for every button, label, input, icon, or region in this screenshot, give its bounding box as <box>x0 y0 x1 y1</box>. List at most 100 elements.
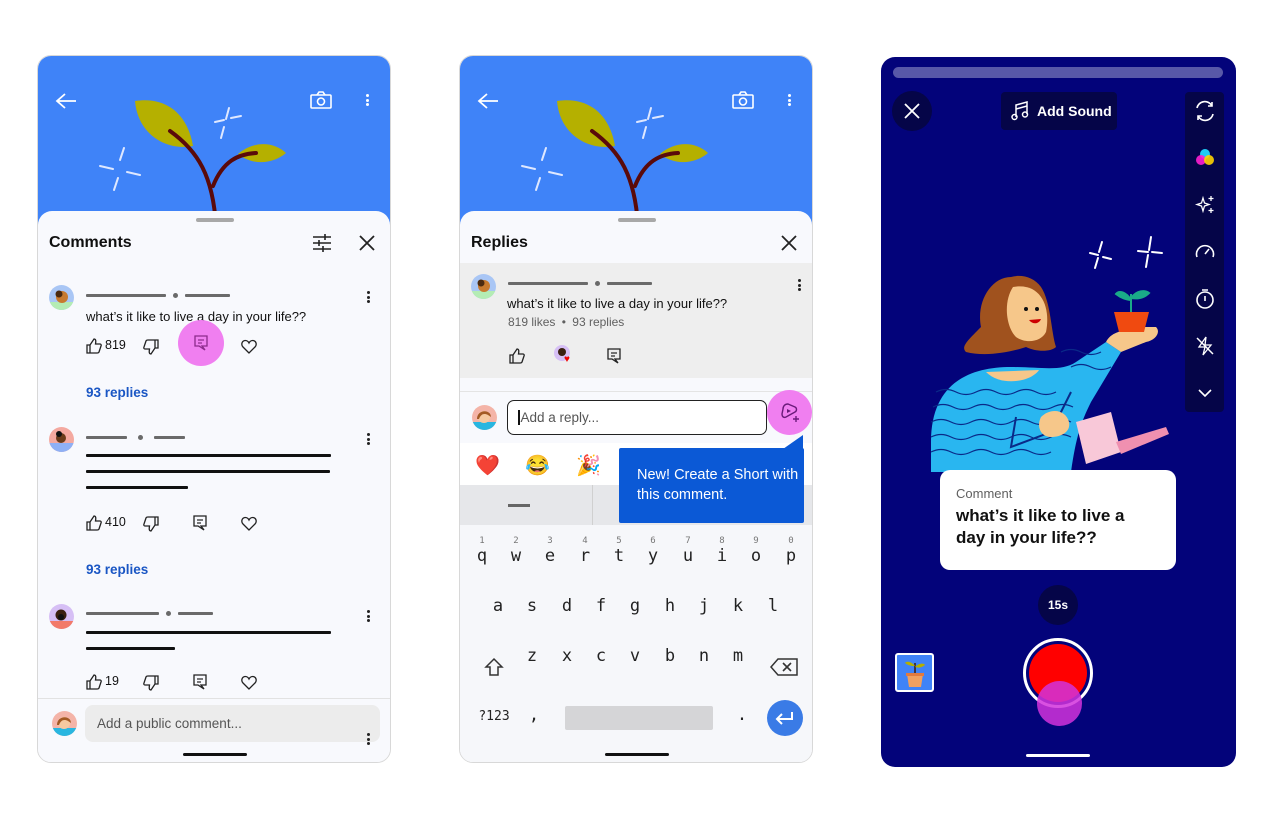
thumbs-up-icon[interactable] <box>86 674 102 690</box>
heart-icon[interactable] <box>241 675 257 690</box>
music-note-icon <box>1011 101 1029 121</box>
avatar[interactable] <box>49 285 74 310</box>
emoji-heart[interactable]: ❤️ <box>475 453 500 478</box>
enter-button[interactable] <box>767 700 803 736</box>
close-icon[interactable] <box>780 234 798 252</box>
key-hint: 6 <box>650 536 656 546</box>
key[interactable]: x <box>557 646 577 666</box>
add-sound-label: Add Sound <box>1037 103 1112 119</box>
key[interactable]: f <box>591 596 611 616</box>
key[interactable]: q <box>472 546 492 566</box>
shift-icon[interactable] <box>484 657 504 677</box>
more-vert-icon[interactable] <box>798 279 801 293</box>
close-icon[interactable] <box>358 234 376 252</box>
thumbs-up-icon[interactable] <box>86 338 102 354</box>
key[interactable]: w <box>506 546 526 566</box>
key[interactable]: g <box>625 596 645 616</box>
avatar[interactable] <box>49 604 74 629</box>
key[interactable]: l <box>763 596 783 616</box>
reply-icon[interactable] <box>193 515 207 531</box>
key[interactable]: h <box>660 596 680 616</box>
comments-sheet: Comments what’s it like to live a day in… <box>38 211 390 762</box>
period-key[interactable]: . <box>732 705 752 725</box>
replies-count: 93 replies <box>572 315 625 329</box>
key[interactable]: j <box>694 596 714 616</box>
backspace-icon[interactable] <box>770 658 798 676</box>
thumbs-up-icon[interactable] <box>86 515 102 531</box>
reply-highlight[interactable] <box>178 320 224 366</box>
view-replies-link[interactable]: 93 replies <box>86 385 148 400</box>
timestamp-placeholder <box>154 436 185 439</box>
flip-camera-icon[interactable] <box>1185 96 1224 126</box>
symbols-key[interactable]: ?123 <box>474 709 514 724</box>
emoji-party[interactable]: 🎉 <box>576 453 601 478</box>
key[interactable]: v <box>625 646 645 666</box>
space-key[interactable] <box>565 706 713 730</box>
more-vert-icon[interactable] <box>366 94 369 108</box>
key[interactable]: k <box>728 596 748 616</box>
comment-text: what’s it like to live a day in your lif… <box>507 296 728 311</box>
key[interactable]: s <box>522 596 542 616</box>
key[interactable]: n <box>694 646 714 666</box>
heart-icon[interactable] <box>241 516 257 531</box>
create-short-button[interactable] <box>767 390 812 435</box>
comments-screen: Comments what’s it like to live a day in… <box>37 55 391 763</box>
key[interactable]: m <box>728 646 748 666</box>
more-vert-icon[interactable] <box>367 291 370 305</box>
emoji-laugh[interactable]: 😂 <box>525 453 550 478</box>
key[interactable]: c <box>591 646 611 666</box>
suggestion-placeholder[interactable] <box>508 504 530 507</box>
heart-icon[interactable] <box>241 339 257 354</box>
key[interactable]: z <box>522 646 542 666</box>
key[interactable]: u <box>678 546 698 566</box>
add-comment-input[interactable]: Add a public comment... <box>85 705 380 742</box>
thumbs-down-icon[interactable] <box>143 516 159 532</box>
comment-text-line <box>86 647 175 650</box>
add-sound-button[interactable]: Add Sound <box>1001 92 1117 130</box>
thumbs-down-icon[interactable] <box>143 339 159 355</box>
view-replies-link[interactable]: 93 replies <box>86 562 148 577</box>
drag-handle[interactable] <box>618 218 656 222</box>
avatar[interactable] <box>49 427 74 452</box>
key[interactable]: t <box>609 546 629 566</box>
gallery-thumbnail[interactable] <box>895 653 934 692</box>
filter-icon[interactable] <box>311 233 333 253</box>
key[interactable]: i <box>712 546 732 566</box>
video-hero <box>38 56 390 226</box>
key[interactable]: r <box>575 546 595 566</box>
key[interactable]: b <box>660 646 680 666</box>
comment-sticker-label: Comment <box>956 486 1013 501</box>
reply-input[interactable]: Add a reply... <box>507 400 767 435</box>
sheet-title: Comments <box>49 234 132 251</box>
comma-key[interactable]: , <box>524 705 544 725</box>
effects-icon[interactable] <box>1185 190 1224 220</box>
thumbs-down-icon[interactable] <box>143 675 159 691</box>
more-vert-icon[interactable] <box>367 433 370 447</box>
drag-handle[interactable] <box>196 218 234 222</box>
key[interactable]: d <box>557 596 577 616</box>
create-short-tooltip[interactable]: New! Create a Short with this comment. <box>619 448 804 523</box>
separator: • <box>561 315 566 329</box>
key[interactable]: a <box>488 596 508 616</box>
replies-sheet: Replies what’s it like to live a day in … <box>460 211 812 762</box>
more-vert-icon[interactable] <box>788 94 791 108</box>
more-vert-icon[interactable] <box>367 733 370 747</box>
thumbs-up-icon[interactable] <box>509 348 525 364</box>
reply-icon[interactable] <box>193 674 207 690</box>
comment-sticker[interactable]: Comment what’s it like to live a day in … <box>940 470 1176 570</box>
reply-icon[interactable] <box>607 348 621 364</box>
plant-pot-icon <box>905 661 925 687</box>
filters-icon[interactable] <box>1185 143 1224 173</box>
key[interactable]: e <box>540 546 560 566</box>
avatar[interactable] <box>471 274 496 299</box>
more-vert-icon[interactable] <box>367 610 370 624</box>
woman-with-plant-illustration <box>930 236 1169 472</box>
shorts-camera-screen: Add Sound Comment what’s it like to live… <box>881 57 1236 767</box>
close-button[interactable] <box>892 91 932 131</box>
key-hint: 0 <box>788 536 794 546</box>
key[interactable]: o <box>746 546 766 566</box>
key[interactable]: y <box>643 546 663 566</box>
key[interactable]: p <box>781 546 801 566</box>
duration-toggle[interactable]: 15s <box>1038 585 1078 625</box>
text-caret <box>518 410 520 425</box>
